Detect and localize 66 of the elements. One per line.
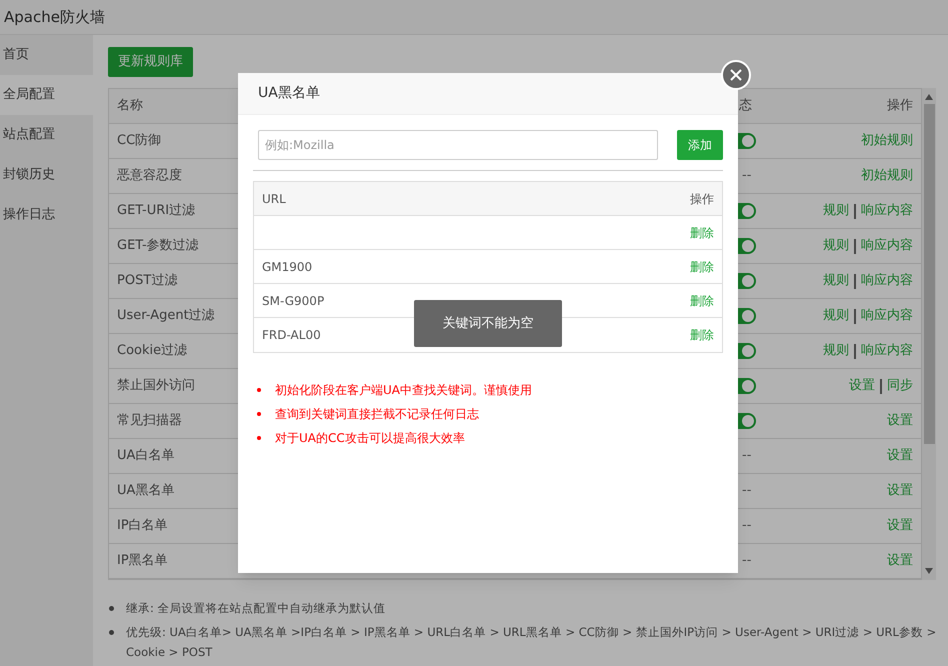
delete-link[interactable]: 删除 [690, 326, 714, 344]
delete-link[interactable]: 删除 [690, 292, 714, 310]
tip-text: 初始化阶段在客户端UA中查找关键词。谨慎使用 [275, 382, 532, 399]
delete-link[interactable]: 删除 [690, 258, 714, 276]
action-link[interactable]: 响应内容 [861, 271, 913, 291]
delete-link[interactable]: 删除 [690, 224, 714, 242]
table-cell-text: GET-参数过滤 [117, 237, 199, 256]
status-text: -- [742, 167, 752, 186]
column-header: 名称 [117, 97, 143, 116]
action-link[interactable]: 设置 [849, 376, 875, 396]
table-cell-text: GET-URI过滤 [117, 202, 196, 220]
table-cell-text: 禁止国外访问 [117, 377, 195, 396]
table-cell-text: FRD-AL00 [262, 327, 321, 344]
action-link[interactable]: 初始规则 [861, 131, 913, 151]
status-text: -- [742, 517, 752, 536]
note-text: 继承: 全局设置将在站点配置中自动继承为默认值 [126, 600, 386, 617]
note-text: 优先级: UA白名单> UA黑名单 >IP白名单 > IP黑名单 > URL白名单 > URL黑名单 > CC防御 > 禁止国外IP访问 > User-Agent > URI过滤 > URL参数 > Cookie > POST [126, 624, 938, 661]
action-link[interactable]: 规则 [823, 341, 849, 361]
toast: 关键词不能为空 [414, 300, 562, 347]
table-cell-text: IP白名单 [117, 517, 168, 536]
keyword-input[interactable]: 例如:Mozilla [258, 130, 658, 160]
action-link[interactable]: 同步 [887, 376, 913, 396]
action-link[interactable]: 初始规则 [861, 166, 913, 186]
tip-text: 对于UA的CC攻击可以提高很大效率 [275, 430, 465, 447]
close-icon [730, 69, 742, 81]
table-cell-text: CC防御 [117, 132, 162, 150]
table-cell-text: POST过滤 [117, 272, 178, 290]
column-header: URL [262, 190, 286, 208]
action-link[interactable]: 设置 [887, 516, 913, 536]
action-link[interactable]: 规则 [823, 201, 849, 221]
status-text: -- [742, 552, 752, 570]
window-title: Apache防火墙 [4, 6, 105, 28]
table-cell-text: 常见扫描器 [117, 412, 182, 430]
action-link[interactable]: 规则 [823, 271, 849, 291]
scroll-up-icon[interactable] [925, 94, 933, 100]
sidebar-item[interactable]: 全局配置 [0, 75, 93, 115]
action-link[interactable]: 设置 [887, 411, 913, 431]
action-link[interactable]: 响应内容 [861, 306, 913, 326]
action-link[interactable]: 规则 [823, 236, 849, 256]
table-cell-text: IP黑名单 [117, 552, 168, 570]
update-rules-button[interactable]: 更新规则库 [108, 47, 193, 77]
add-button[interactable]: 添加 [677, 130, 723, 160]
table-cell-text: UA黑名单 [117, 482, 174, 500]
action-link[interactable]: 设置 [887, 481, 913, 501]
close-button[interactable] [721, 60, 751, 90]
action-link[interactable]: 响应内容 [861, 236, 913, 256]
action-link[interactable]: 响应内容 [861, 201, 913, 221]
action-link[interactable]: 设置 [887, 446, 913, 466]
table-cell-text: UA白名单 [117, 447, 174, 466]
table-cell-text: GM1900 [262, 258, 312, 276]
table-cell-text: Cookie过滤 [117, 342, 188, 360]
scrollbar[interactable] [922, 88, 936, 580]
status-text: -- [742, 482, 752, 500]
status-text: -- [742, 447, 752, 466]
table-cell-text: SM-G900P [262, 292, 324, 310]
column-header: 操作 [690, 190, 714, 208]
table-cell-text: User-Agent过滤 [117, 307, 215, 326]
tip-text: 查询到关键词直接拦截不记录任何日志 [275, 406, 479, 423]
scroll-down-icon[interactable] [925, 568, 933, 574]
action-link[interactable]: 响应内容 [861, 341, 913, 361]
dialog-title: UA黑名单 [258, 84, 320, 103]
table-cell-text: 恶意容忍度 [117, 167, 182, 186]
action-link[interactable]: 设置 [887, 551, 913, 571]
action-link[interactable]: 规则 [823, 306, 849, 326]
column-header: 态 [739, 97, 752, 116]
column-header: 操作 [887, 97, 913, 116]
